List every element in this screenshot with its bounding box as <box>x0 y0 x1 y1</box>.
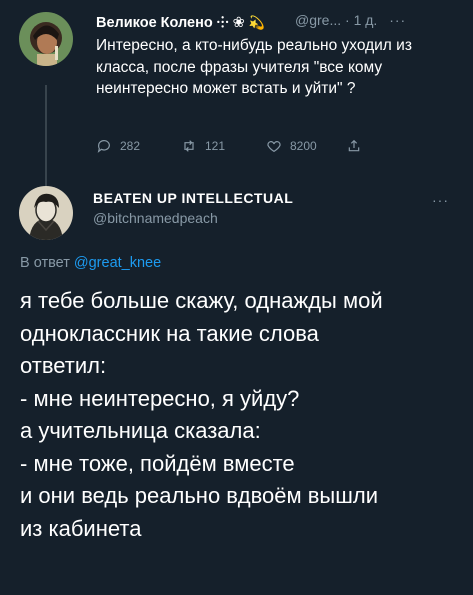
reply-to-mention[interactable]: @great_knee <box>74 255 161 271</box>
tweet-time[interactable]: 1 д. <box>354 12 378 28</box>
reply-count: 282 <box>120 139 141 153</box>
reply-text-line: - мне тоже, пойдём вместе <box>20 450 295 476</box>
share-icon <box>348 139 360 152</box>
author-name[interactable]: Великое Колено ⸭ ❀ 💫 <box>96 12 265 32</box>
tweet-actions: 282 121 8200 <box>96 138 376 158</box>
emoji-icon: 💫 <box>248 15 266 30</box>
heart-icon <box>267 141 281 153</box>
reply-text-line: ответил: <box>20 353 107 378</box>
reply-text-line: одноклассник на такие слова <box>20 320 319 346</box>
retweet-button[interactable]: 121 <box>181 138 225 154</box>
reply-author-handle[interactable]: @bitchnamedpeach <box>93 210 218 226</box>
share-button[interactable] <box>346 138 362 154</box>
thread-line <box>45 85 47 190</box>
author-handle[interactable]: @gre... <box>295 12 341 28</box>
reply-prefix: В ответ <box>20 255 70 271</box>
tweet-text: Интересно, а кто-нибудь реально уходил и… <box>96 37 412 97</box>
reply-more-options-icon[interactable]: ··· <box>432 192 449 208</box>
reply-author-avatar[interactable] <box>19 186 73 240</box>
tweet-meta: @gre... · 1 д. ··· <box>295 12 407 28</box>
more-options-icon[interactable]: ··· <box>389 12 406 28</box>
reply-author-name[interactable]: BEATEN UP INTELLECTUAL <box>93 190 293 206</box>
reply-text-line: из кабинета <box>20 515 142 541</box>
reply-text-line: и они ведь реально вдвоём вышли <box>20 483 378 508</box>
like-button[interactable]: 8200 <box>266 138 317 154</box>
retweet-icon <box>184 140 194 152</box>
reply-text: я тебе больше скажу, однажды мой однокла… <box>20 285 460 545</box>
like-count: 8200 <box>290 139 317 153</box>
reply-icon <box>97 140 110 153</box>
reply-text-line: я тебе больше скажу, однажды мой <box>20 288 383 313</box>
reply-text-line: - мне неинтересно, я уйду? <box>20 385 300 411</box>
reply-text-line: а учительница сказала: <box>20 418 261 443</box>
reply-context: В ответ @great_knee <box>20 255 161 271</box>
retweet-count: 121 <box>205 139 226 153</box>
author-avatar[interactable] <box>19 12 73 66</box>
reply-button[interactable]: 282 <box>96 138 140 154</box>
